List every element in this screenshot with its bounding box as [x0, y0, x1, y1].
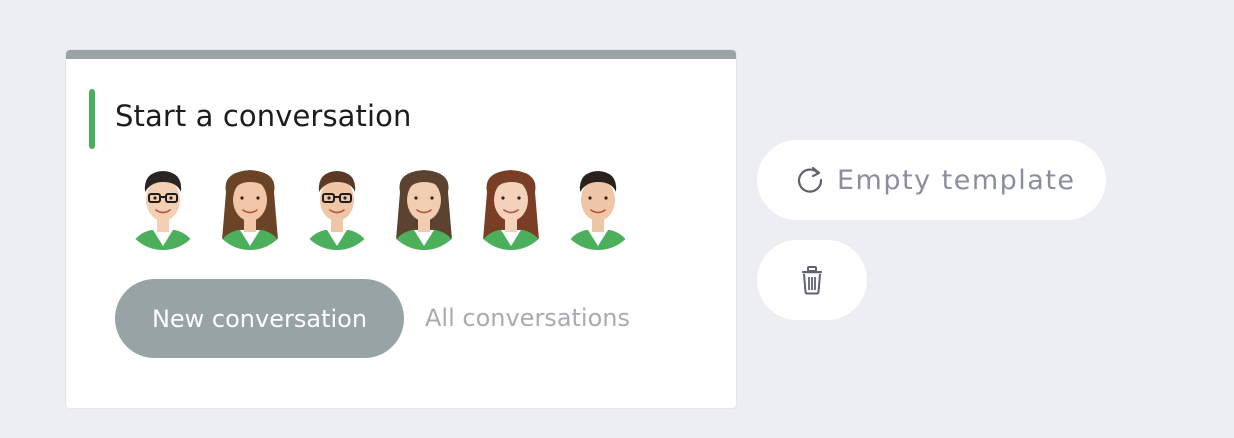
title-accent-bar — [89, 89, 95, 149]
avatar-1-illustration — [123, 170, 203, 250]
card-top-bar — [66, 50, 736, 59]
avatar-3 — [295, 162, 379, 254]
trash-icon — [802, 266, 822, 295]
avatar-3-illustration — [297, 170, 377, 250]
delete-button[interactable] — [757, 240, 867, 320]
avatar-5-illustration — [471, 170, 551, 250]
empty-template-button[interactable]: Empty template — [757, 140, 1106, 220]
page: Start a conversation New conversation Al… — [0, 0, 1234, 438]
avatar-4-illustration — [384, 170, 464, 250]
avatar-2 — [208, 162, 292, 254]
avatar-1 — [121, 162, 205, 254]
avatar-2-illustration — [210, 170, 290, 250]
avatar-6 — [556, 162, 640, 254]
conversation-card: Start a conversation New conversation Al… — [66, 50, 736, 408]
avatar-4 — [382, 162, 466, 254]
agent-avatars — [121, 162, 640, 254]
empty-template-label: Empty template — [837, 164, 1076, 196]
card-title: Start a conversation — [115, 99, 412, 133]
avatar-6-illustration — [558, 170, 638, 250]
refresh-icon — [797, 166, 823, 193]
avatar-5 — [469, 162, 553, 254]
all-conversations-link[interactable]: All conversations — [425, 304, 630, 332]
new-conversation-button[interactable]: New conversation — [115, 279, 404, 358]
